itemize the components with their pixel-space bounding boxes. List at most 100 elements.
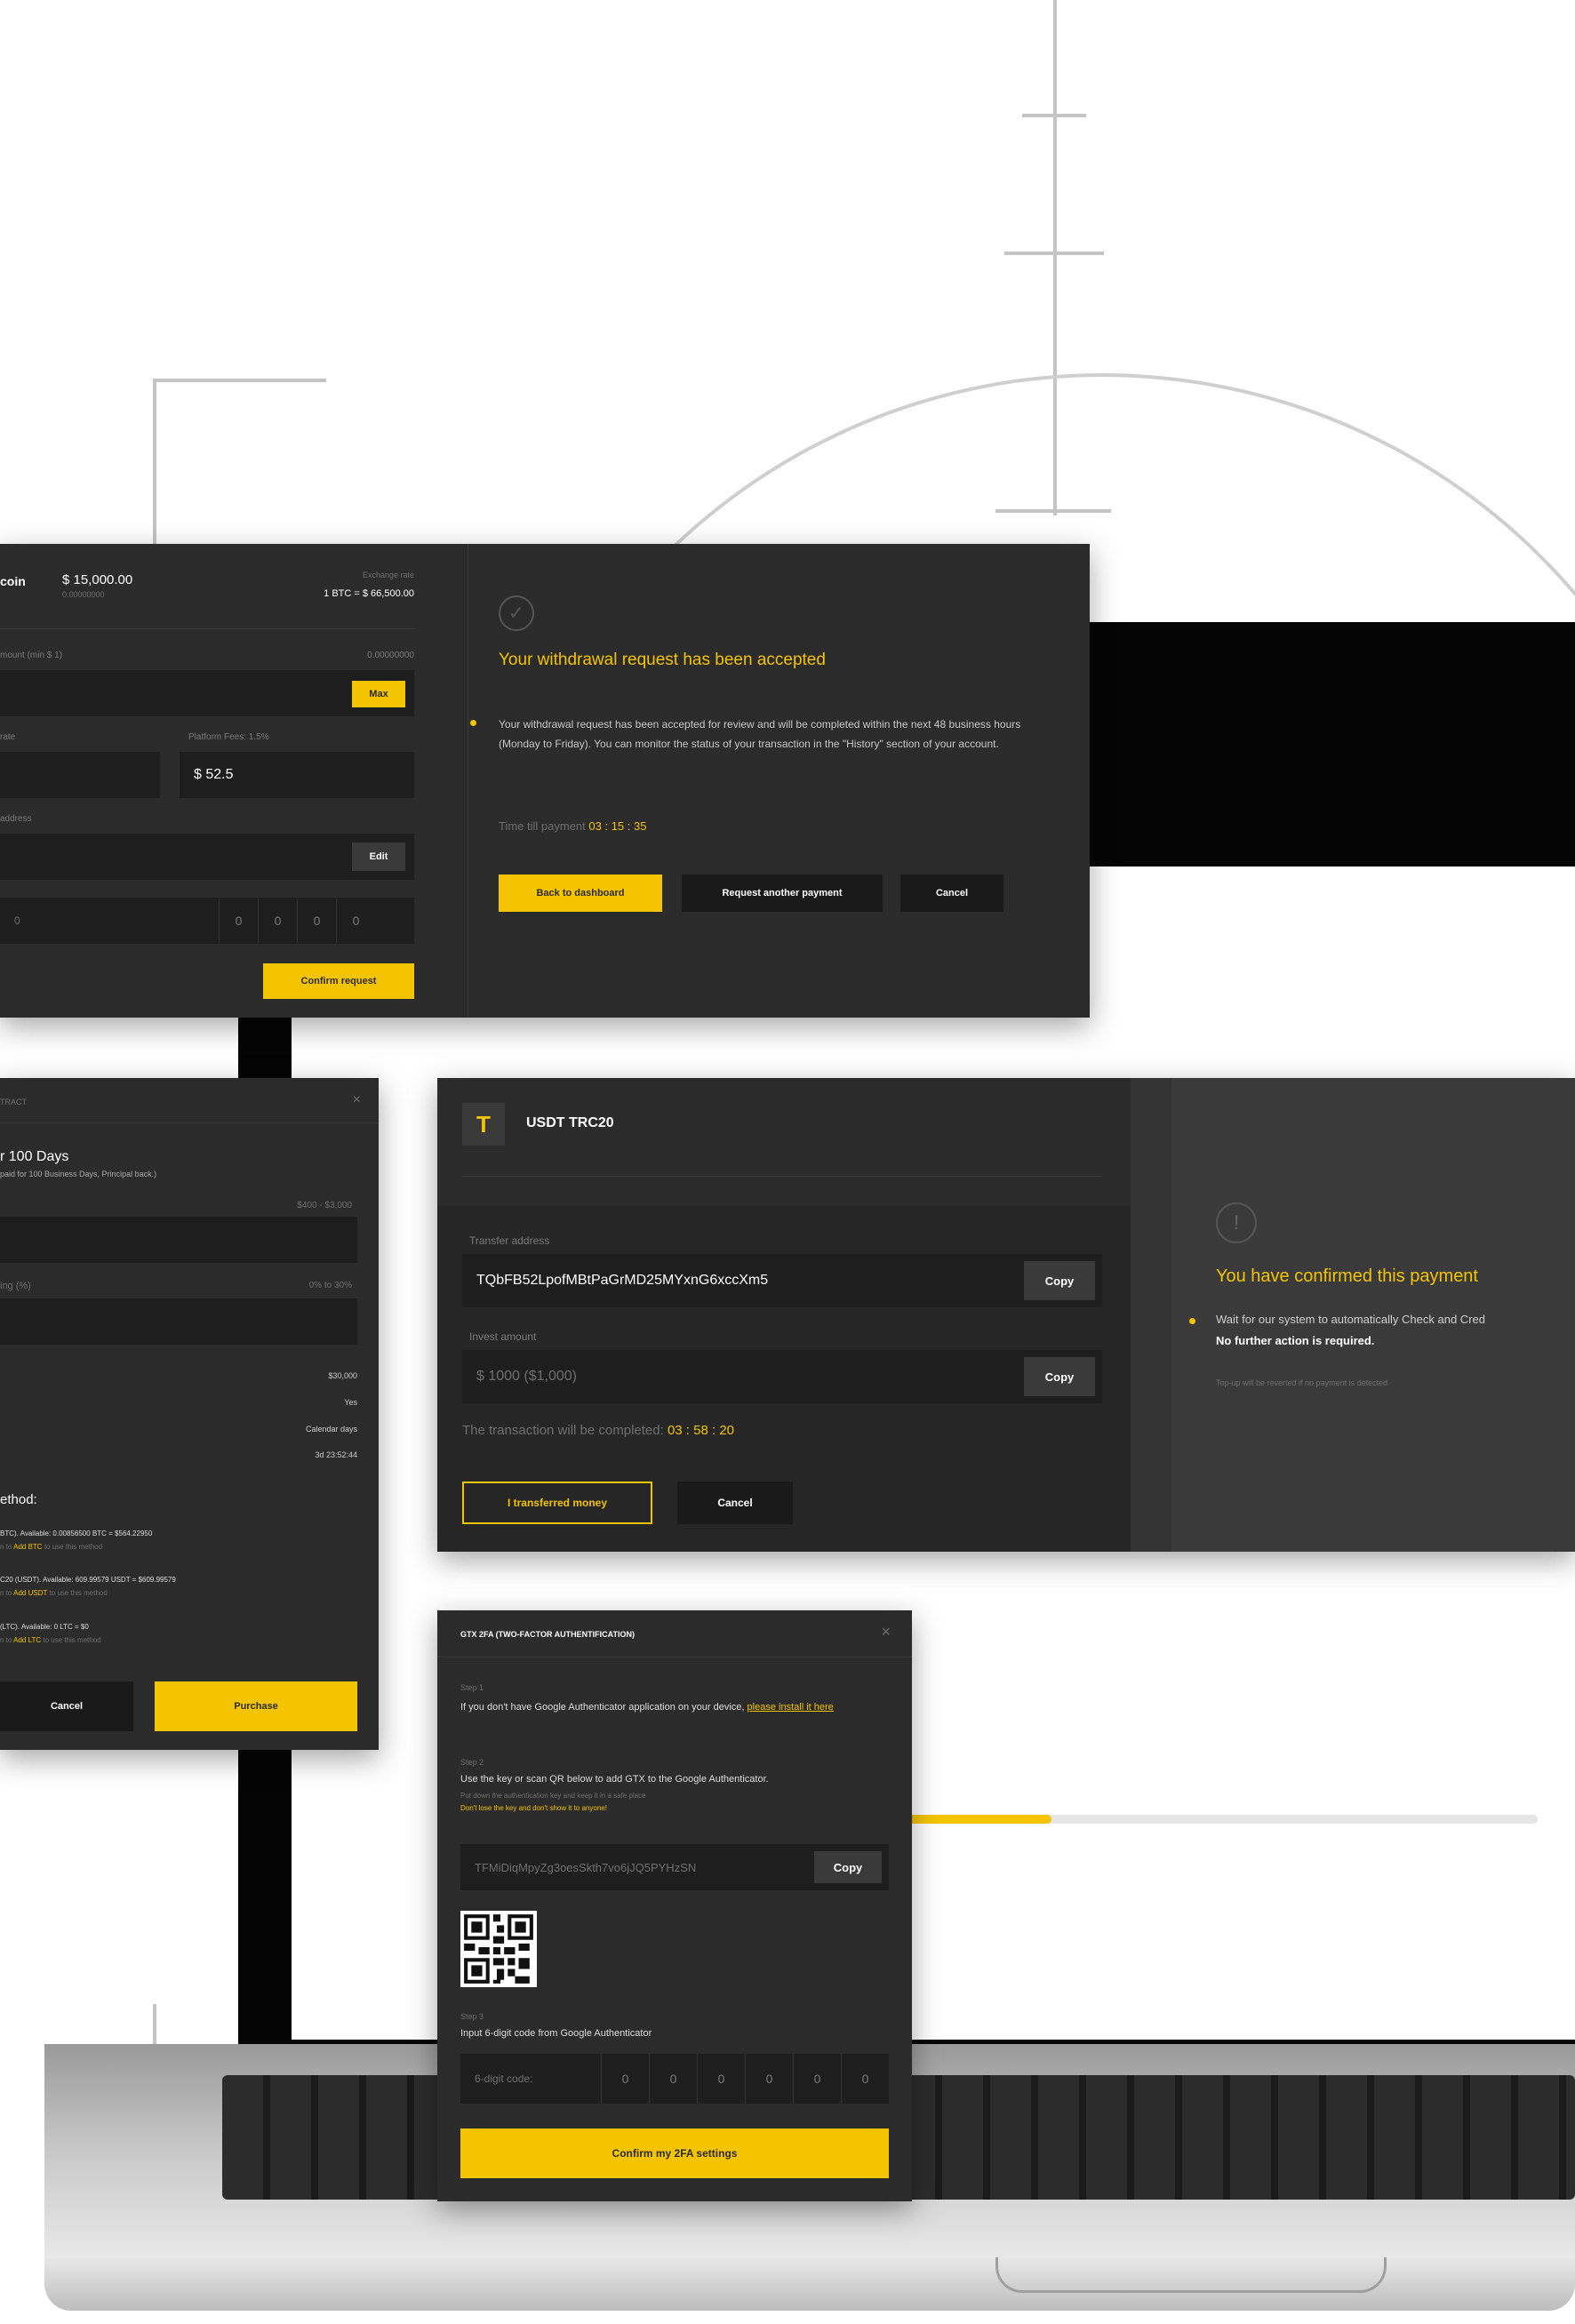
- contract-header: TRACT: [0, 1098, 27, 1106]
- payment-method[interactable]: C20 (USDT). Available: 609.99579 USDT = …: [0, 1573, 176, 1600]
- amount-input[interactable]: Max: [0, 670, 414, 716]
- edit-button[interactable]: Edit: [352, 843, 405, 871]
- bullet-icon: [470, 720, 476, 726]
- address-field: TQbFB52LpofMBtPaGrMD25MYxnG6xccXm5 Copy: [462, 1254, 1102, 1307]
- step2-warning: Don't lose the key and don't show it to …: [460, 1804, 607, 1812]
- step3-label: Step 3: [460, 2012, 484, 2021]
- method-to: n to: [0, 1589, 14, 1597]
- laptop-opening-notch: [995, 2257, 1387, 2293]
- balance-sub: 0.00000000: [62, 590, 105, 599]
- otp-digit[interactable]: 0: [297, 898, 336, 944]
- back-to-dashboard-button[interactable]: Back to dashboard: [499, 874, 662, 912]
- complete-timer: 03 : 58 : 20: [667, 1423, 735, 1438]
- timer-label: Time till payment: [499, 819, 586, 833]
- amount-available: 0.00000000: [367, 651, 414, 660]
- address-value: TQbFB52LpofMBtPaGrMD25MYxnG6xccXm5: [476, 1273, 769, 1288]
- otp-input[interactable]: 0 0 0 0 0: [0, 898, 414, 944]
- confirmed-text: Wait for our system to automatically Che…: [1216, 1313, 1485, 1326]
- otp-digit[interactable]: 0: [745, 2054, 793, 2104]
- deco-crosshair-tick: [1022, 114, 1086, 117]
- laptop-topbar: [1075, 778, 1575, 867]
- method-hint: to use this method: [43, 1636, 101, 1644]
- method-hint: to use this method: [49, 1589, 108, 1597]
- rate-input[interactable]: [0, 752, 160, 798]
- usdt-cancel-button[interactable]: Cancel: [677, 1481, 793, 1524]
- withdraw-form: coin $ 15,000.00 0.00000000 Exchange rat…: [0, 544, 432, 1018]
- payment-method[interactable]: BTC). Available: 0.00856500 BTC = $564.2…: [0, 1527, 152, 1553]
- contract-title: r 100 Days: [0, 1149, 69, 1164]
- step1-label: Step 1: [460, 1683, 484, 1692]
- step1-text: If you don't have Google Authenticator a…: [460, 1702, 745, 1713]
- close-icon[interactable]: ×: [353, 1092, 361, 1108]
- payment-method[interactable]: (LTC). Available: 0 LTC = $0 n to Add LT…: [0, 1620, 101, 1647]
- exchange-rate-value: 1 BTC = $ 66,500.00: [324, 588, 414, 599]
- method-hint: to use this method: [44, 1543, 103, 1551]
- otp-digit[interactable]: 0: [336, 898, 375, 944]
- otp-digit[interactable]: 0: [793, 2054, 841, 2104]
- contract-row-value: 3d 23:52:44: [315, 1450, 357, 1459]
- confirm-request-button[interactable]: Confirm request: [263, 963, 414, 999]
- contract-panel: TRACT × r 100 Days paid for 100 Business…: [0, 1078, 379, 1750]
- cancel-button[interactable]: Cancel: [900, 874, 1003, 912]
- address-input[interactable]: Edit: [0, 834, 414, 880]
- contract-cancel-button[interactable]: Cancel: [0, 1681, 133, 1731]
- copy-address-button[interactable]: Copy: [1024, 1261, 1095, 1300]
- code-input[interactable]: 6-digit code: 0 0 0 0 0 0: [460, 2054, 889, 2104]
- timer-value: 03 : 15 : 35: [588, 819, 647, 833]
- copy-invest-button[interactable]: Copy: [1024, 1357, 1095, 1396]
- add-method-link[interactable]: Add BTC: [13, 1543, 42, 1551]
- contract-amount-input[interactable]: [0, 1217, 357, 1263]
- otp-digit[interactable]: 0: [649, 2054, 697, 2104]
- install-link[interactable]: please install it here: [748, 1702, 834, 1713]
- address-label: Transfer address: [469, 1234, 550, 1247]
- complete-label: The transaction will be completed:: [462, 1423, 664, 1438]
- amount-label: mount (min $ 1): [0, 651, 63, 660]
- confirm-2fa-button[interactable]: Confirm my 2FA settings: [460, 2128, 889, 2178]
- divider: [0, 628, 414, 629]
- contract-subtitle: paid for 100 Business Days, Principal ba…: [0, 1170, 157, 1178]
- amount-range: $400 - $3,000: [297, 1201, 352, 1210]
- confirmed-bold: No further action is required.: [1216, 1334, 1375, 1347]
- contract-row-value: Calendar days: [305, 1425, 357, 1434]
- copy-key-button[interactable]: Copy: [814, 1851, 882, 1883]
- otp-placeholder: 0: [14, 914, 20, 927]
- request-another-button[interactable]: Request another payment: [682, 874, 883, 912]
- deco-crosshair-tick: [1004, 252, 1104, 255]
- fees-value: $ 52.5: [194, 767, 234, 782]
- balance-value: $ 15,000.00: [62, 572, 133, 587]
- reinvest-range: 0% to 30%: [308, 1281, 352, 1290]
- otp-digit[interactable]: 0: [841, 2054, 889, 2104]
- bullet-icon: [1189, 1318, 1195, 1324]
- usdt-title: USDT TRC20: [526, 1115, 614, 1130]
- method-line: BTC). Available: 0.00856500 BTC = $564.2…: [0, 1529, 153, 1537]
- confirmed-title: You have confirmed this payment: [1216, 1266, 1478, 1286]
- transferred-money-button[interactable]: I transferred money: [462, 1481, 652, 1524]
- reinvest-input[interactable]: [0, 1298, 357, 1345]
- method-line: C20 (USDT). Available: 609.99579 USDT = …: [0, 1576, 176, 1584]
- exchange-rate-label: Exchange rate: [362, 571, 414, 579]
- step3-text: Input 6-digit code from Google Authentic…: [460, 2028, 652, 2039]
- add-method-link[interactable]: Add USDT: [13, 1589, 47, 1597]
- deco-bracket-side: [153, 379, 156, 547]
- qr-code-icon: [460, 1911, 537, 1987]
- purchase-button[interactable]: Purchase: [155, 1681, 357, 1731]
- otp-digit[interactable]: 0: [219, 898, 258, 944]
- otp-digit[interactable]: 0: [601, 2054, 649, 2104]
- max-button[interactable]: Max: [352, 681, 405, 707]
- info-icon: !: [1216, 1202, 1257, 1243]
- withdraw-success: ✓ Your withdrawal request has been accep…: [468, 544, 1090, 1018]
- reinvest-label: ing (%): [0, 1281, 31, 1291]
- coin-name: coin: [0, 574, 26, 588]
- step1-text-block: If you don't have Google Authenticator a…: [460, 1699, 878, 1715]
- accepted-title: Your withdrawal request has been accepte…: [499, 651, 826, 669]
- divider: [0, 1122, 379, 1123]
- rate-label: rate: [0, 732, 16, 742]
- otp-digit[interactable]: 0: [258, 898, 297, 944]
- contract-row-value: $30,000: [328, 1371, 357, 1380]
- close-icon[interactable]: ×: [881, 1623, 891, 1641]
- fees-value-field: $ 52.5: [180, 752, 414, 798]
- contract-row-value: Yes: [344, 1398, 357, 1407]
- otp-digit[interactable]: 0: [697, 2054, 745, 2104]
- deco-bracket-top: [153, 379, 326, 382]
- add-method-link[interactable]: Add LTC: [13, 1636, 41, 1644]
